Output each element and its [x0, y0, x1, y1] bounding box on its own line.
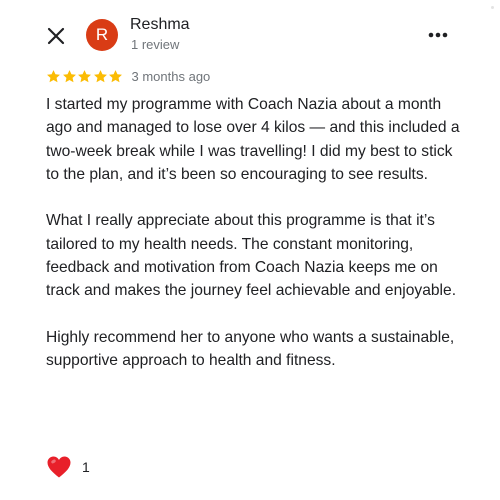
red-heart-icon[interactable] [46, 455, 72, 479]
reviewer-review-count: 1 review [131, 37, 180, 52]
rating-row: 3 months ago [46, 66, 210, 86]
star-icon [78, 69, 91, 82]
review-header: R Reshma 1 review [0, 0, 500, 66]
more-options-button[interactable] [426, 26, 450, 44]
review-time: 3 months ago [131, 68, 211, 84]
review-text: I started my programme with Coach Nazia … [46, 93, 466, 396]
star-rating [46, 69, 124, 84]
star-icon [109, 69, 122, 82]
reaction-row[interactable]: 1 [46, 455, 90, 479]
avatar[interactable]: R [86, 19, 118, 51]
close-icon [47, 27, 65, 45]
review-detail-screen: R Reshma 1 review 3 months ago I started… [0, 0, 500, 500]
star-icon [47, 69, 60, 82]
review-paragraph-1: I started my programme with Coach Nazia … [46, 96, 460, 183]
reviewer-name[interactable]: Reshma [130, 16, 190, 34]
more-options-icon [428, 32, 448, 38]
avatar-initial: R [95, 25, 109, 44]
star-icon [62, 69, 76, 82]
close-button[interactable] [44, 24, 68, 48]
review-paragraph-3: Highly recommend her to anyone who wants… [46, 328, 455, 370]
reaction-count: 1 [82, 459, 90, 475]
star-icon [93, 69, 107, 82]
review-paragraph-2: What I really appreciate about this prog… [46, 212, 457, 300]
